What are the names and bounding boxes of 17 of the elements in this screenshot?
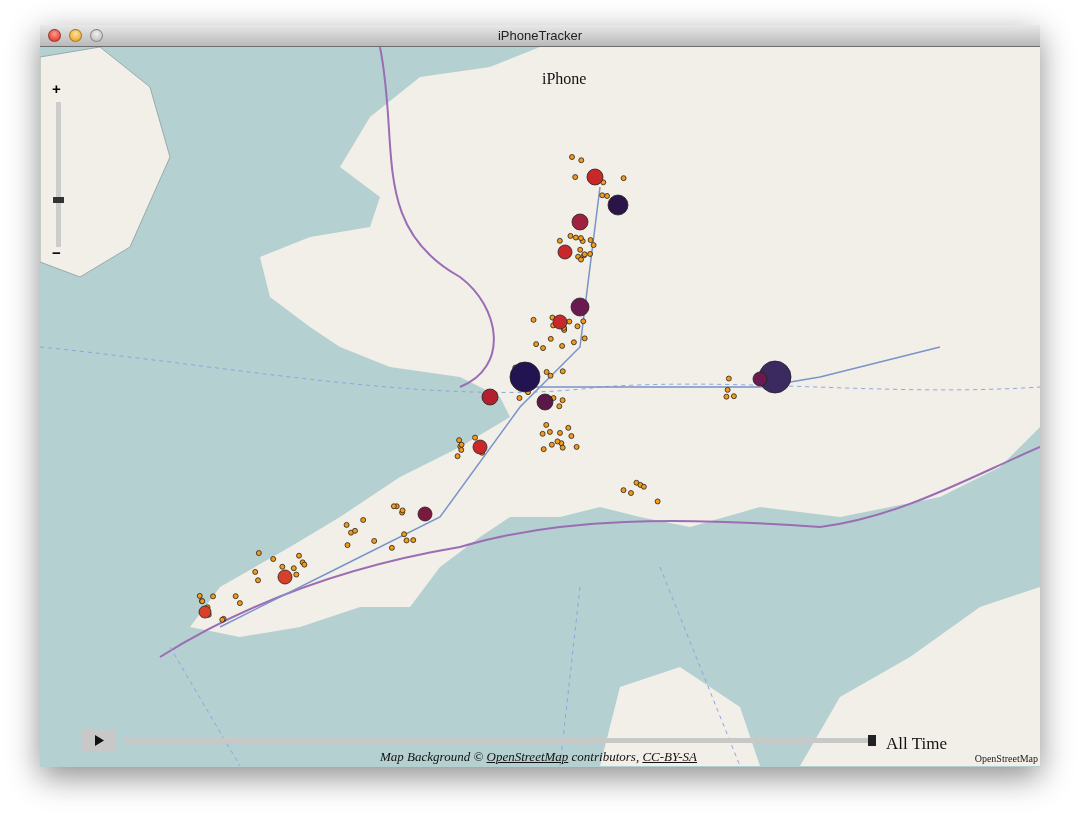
close-button[interactable] xyxy=(48,29,61,42)
map-credit: OpenStreetMap xyxy=(974,752,1038,766)
license-link[interactable]: CC-BY-SA xyxy=(642,749,698,764)
time-range-label: All Time xyxy=(886,733,947,755)
zoom-slider[interactable] xyxy=(56,102,61,247)
time-slider-thumb[interactable] xyxy=(868,735,876,746)
attribution-link[interactable]: OpenStreetMap xyxy=(486,749,569,764)
time-slider[interactable] xyxy=(124,735,876,746)
play-icon xyxy=(94,734,104,746)
minimize-button[interactable] xyxy=(69,29,82,42)
window-title: iPhoneTracker xyxy=(497,26,583,45)
attribution-text: Map Background © OpenStreetMap contributors, CC-BY-SA xyxy=(380,748,698,766)
play-button[interactable] xyxy=(82,729,116,751)
zoom-slider-thumb[interactable] xyxy=(53,196,64,203)
zoom-out-button[interactable]: − xyxy=(52,245,61,260)
zoom-in-button[interactable]: + xyxy=(52,81,61,96)
map-title: iPhone xyxy=(542,69,587,89)
